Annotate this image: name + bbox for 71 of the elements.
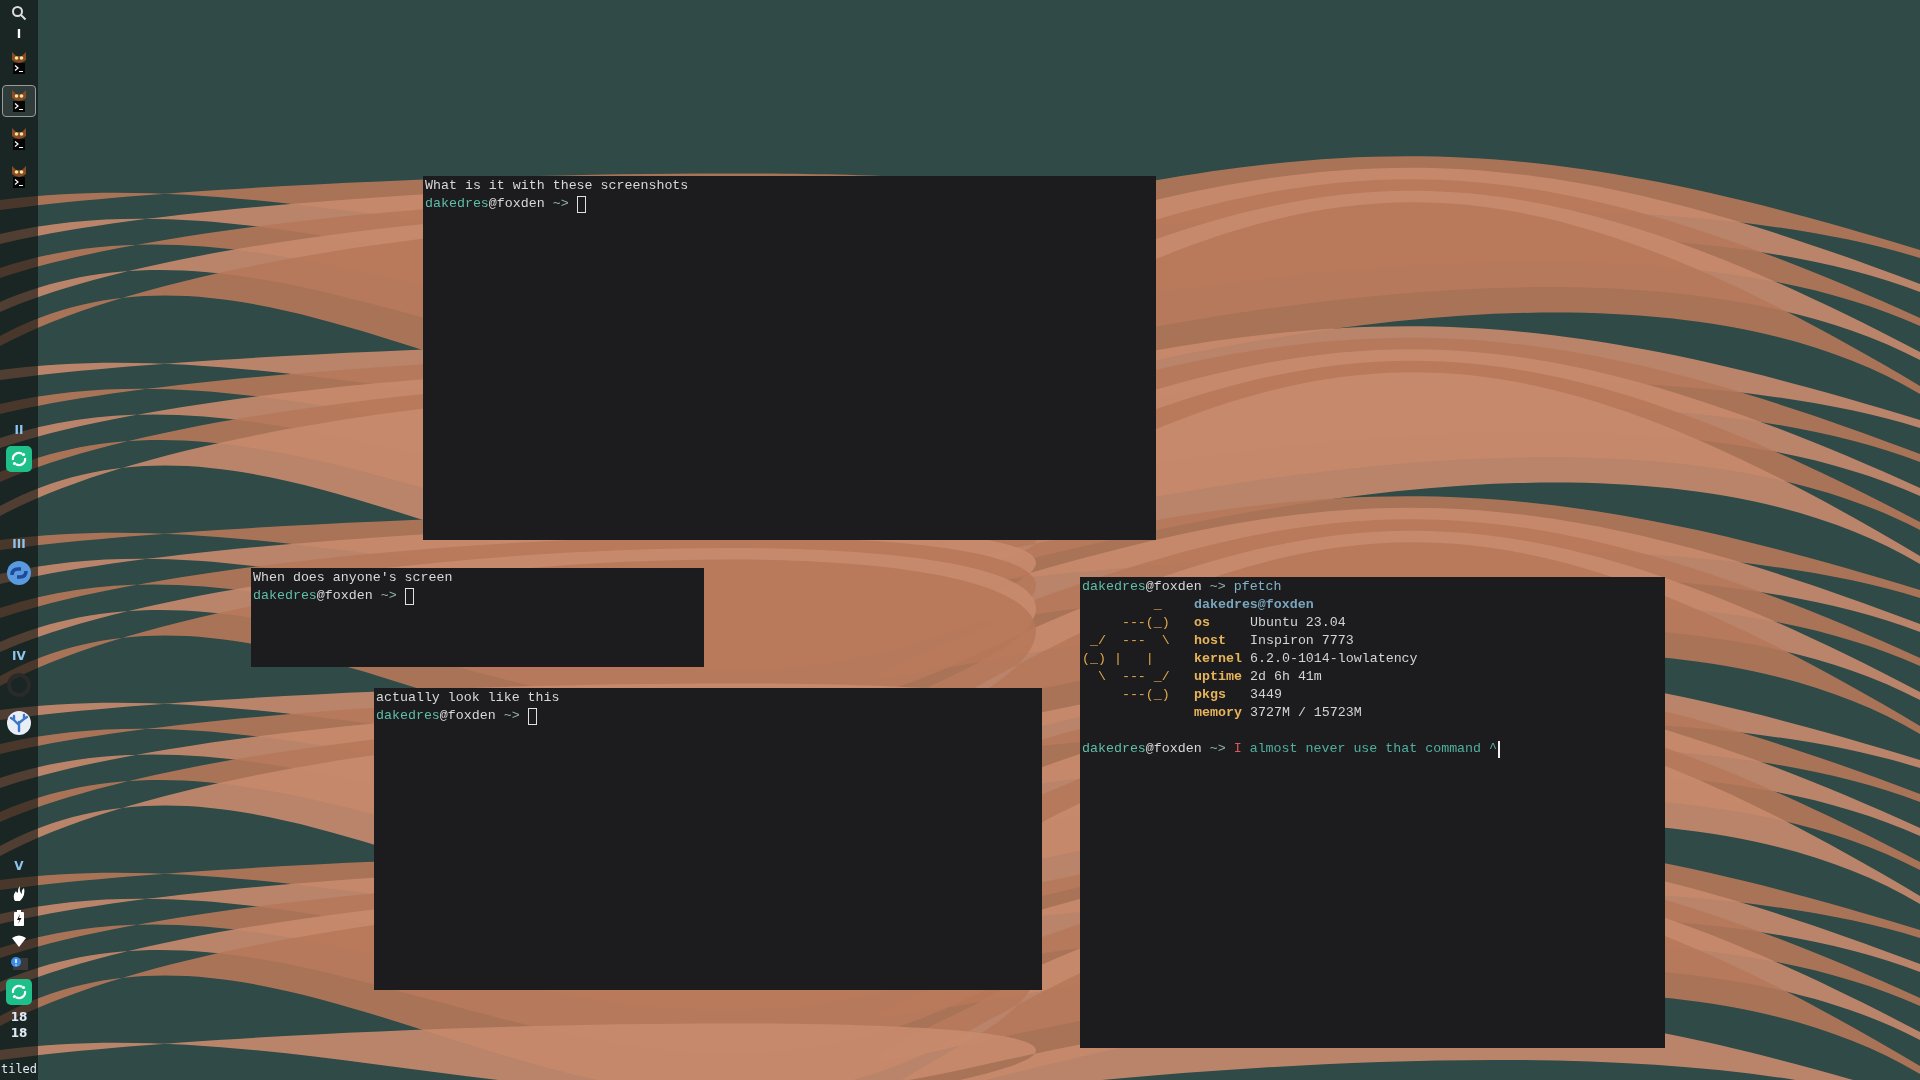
workspace-label[interactable]: II: [14, 423, 24, 437]
chain-link-icon: [6, 560, 32, 586]
prompt-user: dakedres: [253, 587, 317, 605]
terminal-window[interactable]: What is it with these screenshots dakedres@foxden ~>: [423, 176, 1156, 540]
prompt-arrow: ~>: [380, 587, 397, 605]
pfetch-title: dakedres@foxden: [1194, 596, 1315, 614]
ascii-art-line: _/ --- \: [1088, 632, 1171, 650]
fox-terminal-icon: [10, 165, 28, 189]
workspace-label[interactable]: IV: [12, 649, 26, 663]
info-key: memory: [1194, 704, 1250, 722]
workspace-label[interactable]: I: [16, 27, 22, 41]
info-key: host: [1194, 632, 1250, 650]
command-text: I: [1233, 740, 1242, 758]
info-key: uptime: [1194, 668, 1250, 686]
info-key: kernel: [1194, 650, 1250, 668]
info-value: 6.2.0-1014-lowlatency: [1250, 650, 1418, 668]
ascii-art-line: \ --- _/: [1096, 668, 1171, 686]
terminal-window[interactable]: When does anyone's screen dakedres@foxden ~>: [251, 568, 704, 667]
ascii-art-line: (_) | |: [1082, 650, 1155, 668]
prompt-host: @foxden: [1145, 578, 1202, 596]
wifi-icon: [12, 935, 26, 947]
coral-icon: [6, 710, 32, 736]
fox-terminal-icon: [10, 51, 28, 75]
terminal-window[interactable]: actually look like this dakedres@foxden ~>: [374, 688, 1042, 990]
clock-text: 18: [10, 1025, 28, 1041]
ring-icon: [6, 672, 32, 698]
circular-arrows-icon: [6, 979, 32, 1005]
output-line: What is it with these screenshots: [425, 177, 690, 195]
prompt-host: @foxden: [316, 587, 373, 605]
prompt-arrow: ~>: [503, 707, 520, 725]
prompt-arrow: ~>: [552, 195, 569, 213]
prompt-arrow: ~>: [1209, 740, 1226, 758]
info-key: os: [1194, 614, 1250, 632]
info-value: Ubuntu 23.04: [1250, 614, 1346, 632]
info-value: 2d 6h 41m: [1250, 668, 1322, 686]
battery-icon: [14, 910, 24, 926]
layout-mode-text: tiled: [0, 1061, 38, 1078]
app-button[interactable]: [2, 85, 36, 117]
tray-button[interactable]: [12, 935, 26, 947]
ascii-art-line: ---(_): [1120, 686, 1171, 704]
workspace-label[interactable]: V: [14, 859, 24, 873]
command-arguments: almost never use that command ^: [1249, 740, 1498, 758]
output-line: When does anyone's screen: [253, 569, 454, 587]
prompt-user: dakedres: [425, 195, 489, 213]
fox-terminal-icon: [10, 127, 28, 151]
info-value: 3449: [1250, 686, 1282, 704]
output-line: actually look like this: [376, 689, 561, 707]
prompt-host: @foxden: [439, 707, 496, 725]
search-icon[interactable]: [11, 5, 27, 21]
prompt-host: @foxden: [1145, 740, 1202, 758]
fox-terminal-icon: [10, 89, 28, 113]
circular-arrows-icon: [6, 446, 32, 472]
prompt-user: dakedres: [1082, 578, 1146, 596]
flame-icon: [12, 885, 26, 901]
tray-button[interactable]: [10, 956, 28, 970]
prompt-user: dakedres: [376, 707, 440, 725]
info-key: pkgs: [1194, 686, 1250, 704]
prompt-user: dakedres: [1082, 740, 1146, 758]
workspace-label[interactable]: III: [12, 537, 26, 551]
alert-icon: [10, 956, 28, 970]
prompt-arrow: ~>: [1209, 578, 1226, 596]
command-text: pfetch: [1233, 578, 1282, 596]
tray-button[interactable]: [14, 910, 24, 926]
ascii-art-line: ---(_): [1120, 614, 1171, 632]
tray-button[interactable]: [12, 885, 26, 901]
clock-text: 18: [10, 1009, 28, 1025]
info-value: 3727M / 15723M: [1250, 704, 1362, 722]
tray-button[interactable]: [6, 979, 32, 1005]
prompt-host: @foxden: [488, 195, 545, 213]
ascii-art-line: _: [1152, 596, 1163, 614]
info-value: Inspiron 7773: [1250, 632, 1354, 650]
